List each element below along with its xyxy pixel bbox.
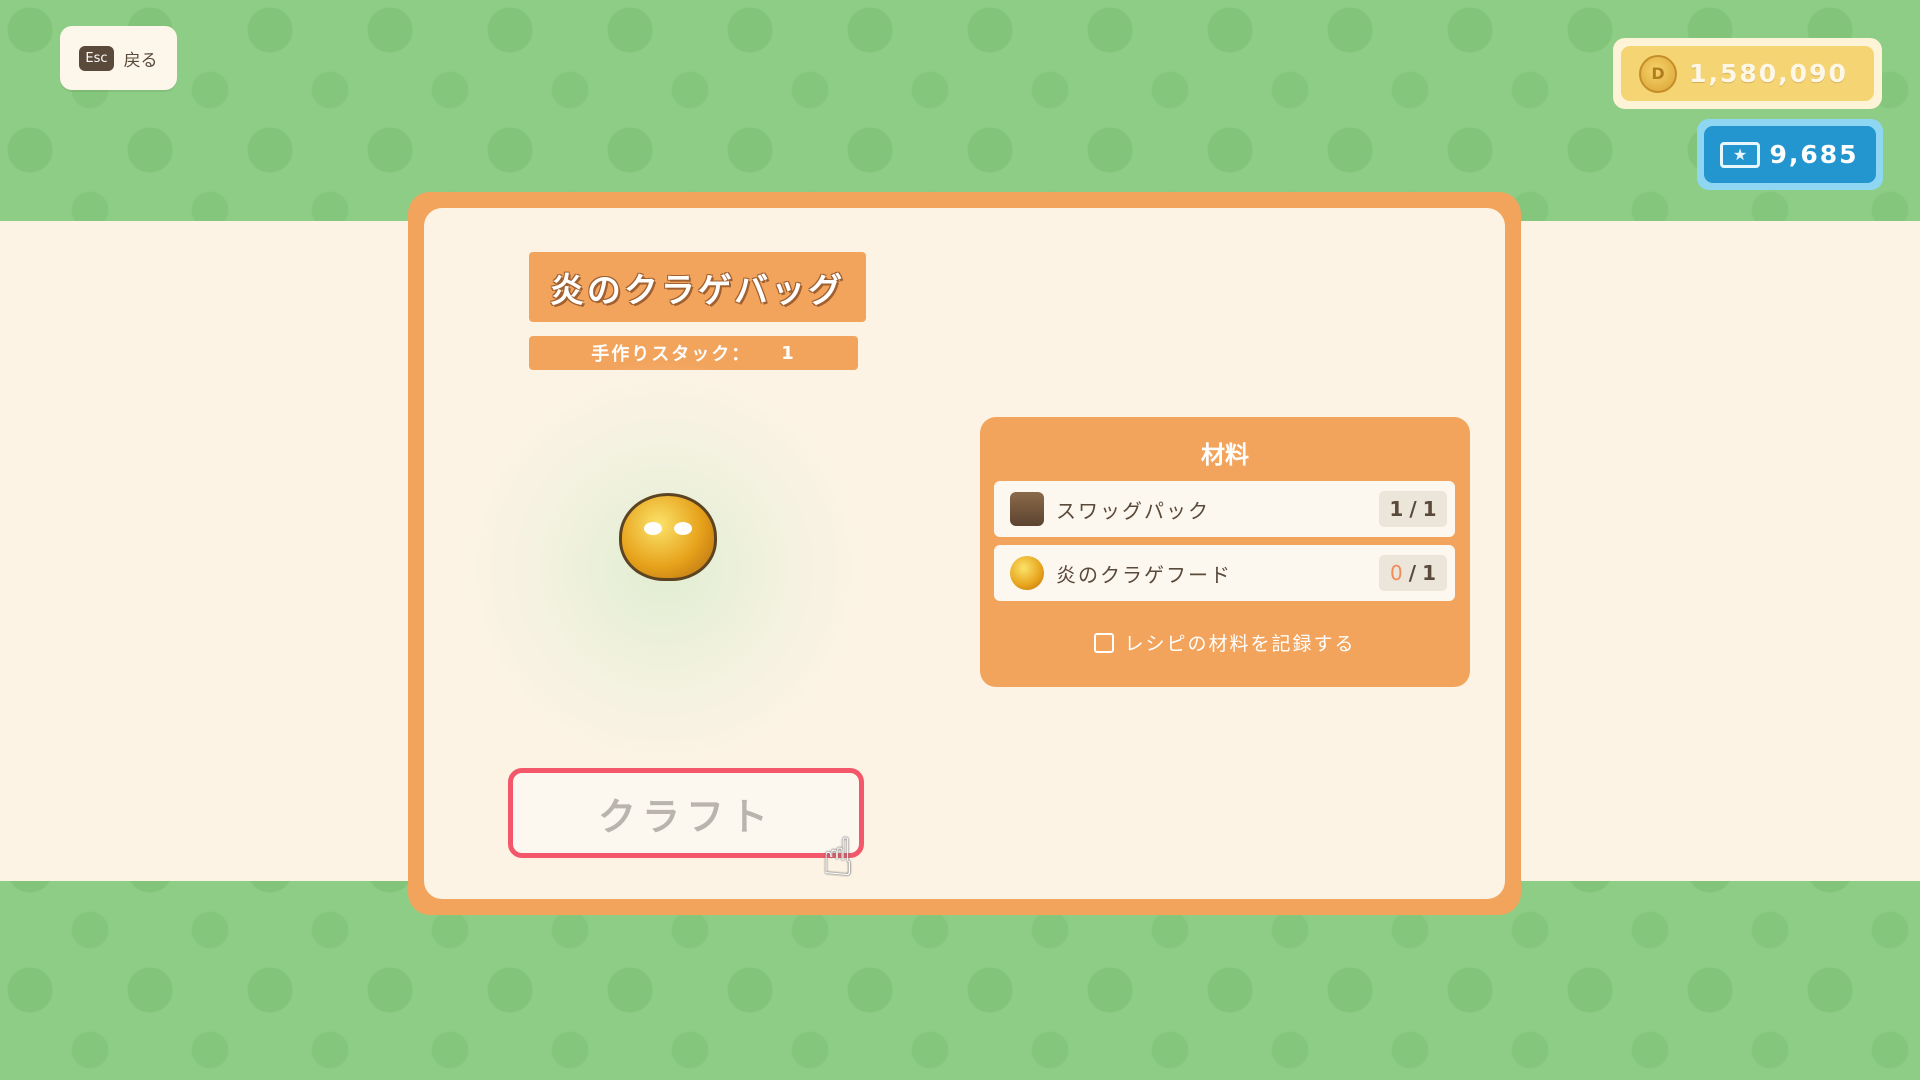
craft-panel: 炎のクラゲバッグ 手作りスタック： 1 クラフト ☝ 材料 スワッグパック 1 … [408,192,1521,915]
fire-jellyfish-bag-icon [619,493,717,581]
back-button[interactable]: Esc 戻る [60,26,177,90]
material-name: スワッグパック [1056,498,1210,523]
ticket-balance: ★ 9,685 [1697,119,1883,190]
record-recipe-checkbox[interactable] [1094,632,1115,653]
material-row: 炎のクラゲフード 0 / 1 [994,545,1455,601]
jellyfish-food-icon [1010,556,1044,590]
item-name: 炎のクラゲバッグ [529,252,866,322]
back-label: 戻る [123,50,158,71]
craft-panel-inner: 炎のクラゲバッグ 手作りスタック： 1 クラフト ☝ 材料 スワッグパック 1 … [424,208,1505,899]
coin-balance: D 1,580,090 [1613,38,1882,109]
esc-key-icon: Esc [79,45,114,71]
material-count: 1 / 1 [1379,491,1447,527]
material-name: 炎のクラゲフード [1056,562,1232,587]
pointer-hand-icon: ☝ [822,828,854,888]
ticket-value: 9,685 [1769,140,1859,169]
coin-value: 1,580,090 [1689,59,1848,88]
materials-title: 材料 [1201,441,1249,469]
material-have: 1 [1389,497,1404,521]
ticket-icon: ★ [1720,141,1760,168]
material-row: スワッグパック 1 / 1 [994,481,1455,537]
material-count: 0 / 1 [1379,555,1447,591]
backpack-icon [1010,492,1044,526]
coin-icon: D [1639,54,1677,93]
record-recipe-toggle[interactable]: レシピの材料を記録する [980,629,1470,656]
craft-button[interactable]: クラフト [508,768,864,858]
material-have: 0 [1390,561,1403,585]
stack-value: 1 [781,342,796,364]
record-recipe-label: レシピの材料を記録する [1124,633,1356,655]
material-need: 1 [1422,497,1437,521]
material-need: 1 [1422,561,1436,585]
materials-panel: 材料 スワッグパック 1 / 1 炎のクラゲフード 0 / 1 レシピの材料を記… [980,417,1470,687]
